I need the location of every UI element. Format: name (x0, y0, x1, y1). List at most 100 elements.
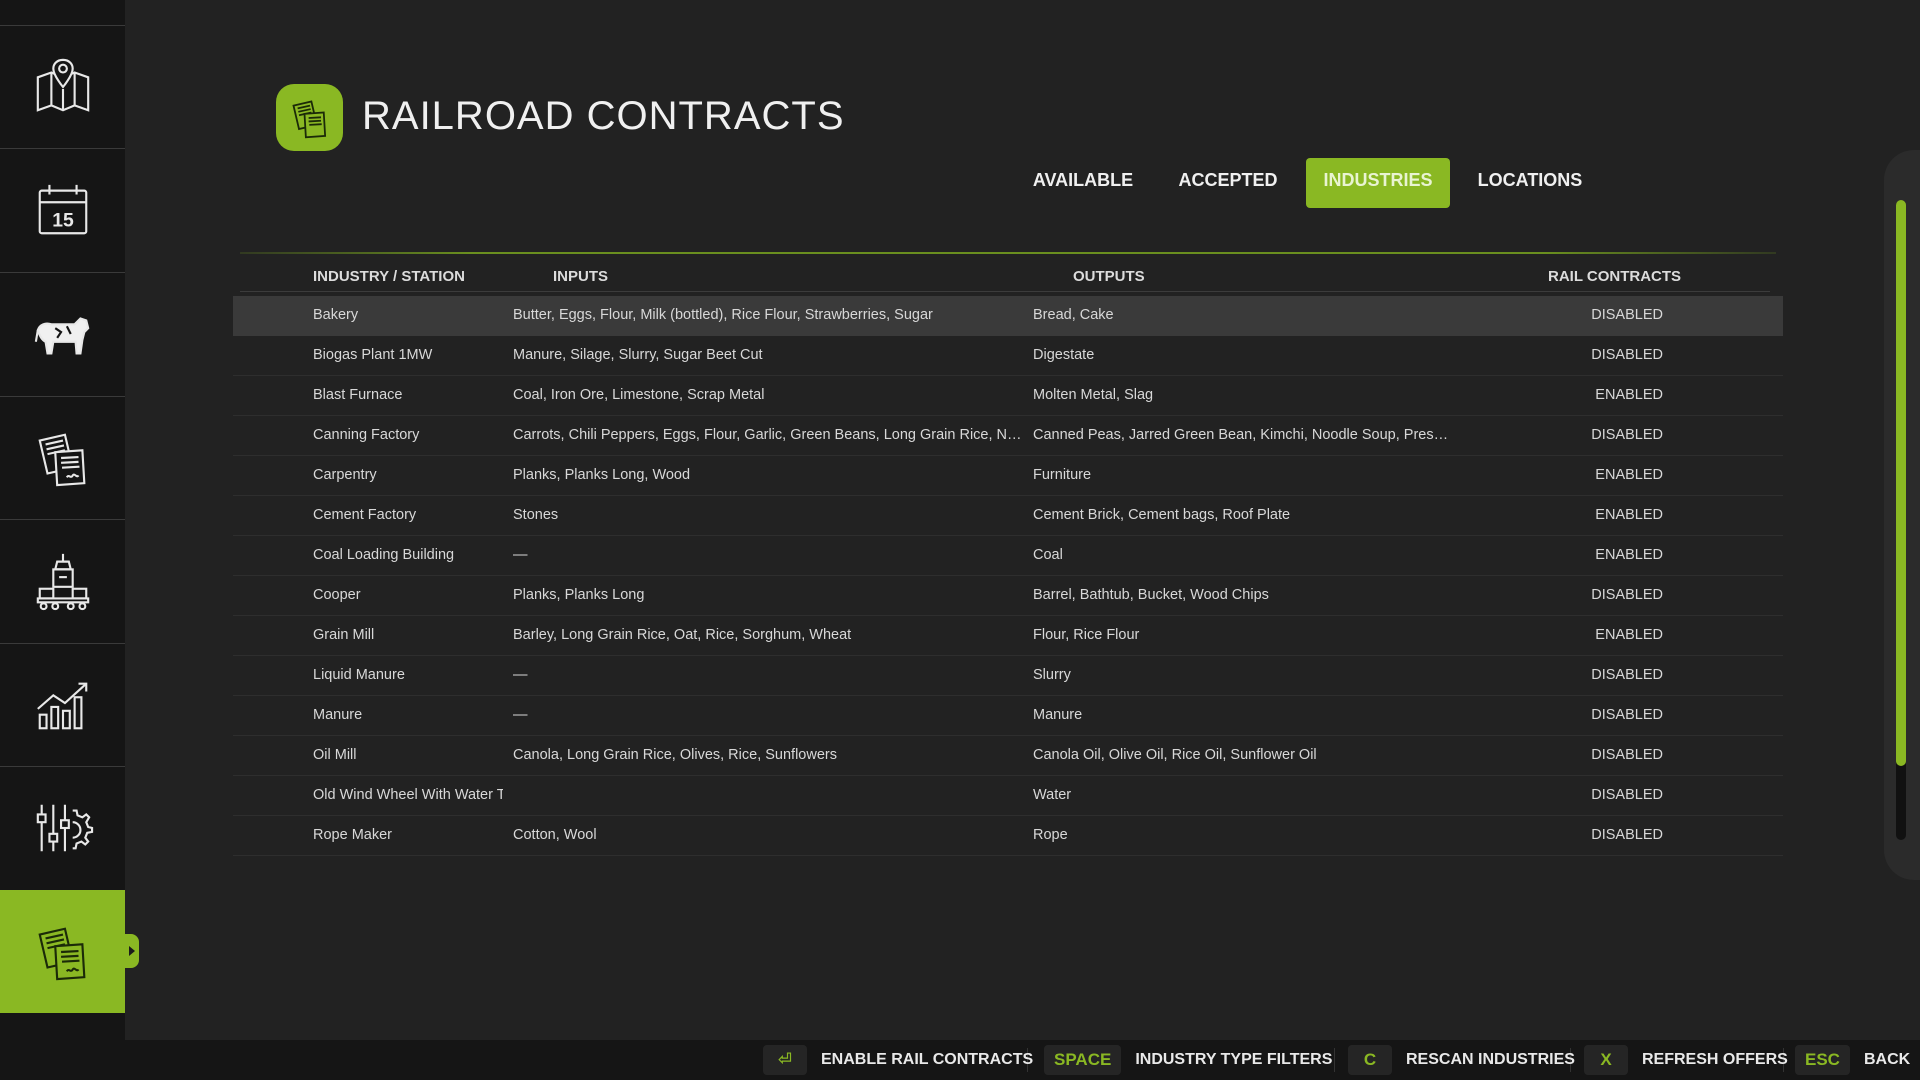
calendar-icon: 15 (38, 184, 87, 235)
scrollbar-thumb[interactable] (1896, 200, 1906, 766)
industry-name: Biogas Plant 1MW (313, 347, 433, 363)
rail-contracts-status: DISABLED (1591, 747, 1663, 763)
table-divider (240, 252, 1776, 254)
outputs-cell: Canned Peas, Jarred Green Bean, Kimchi, … (1033, 427, 1453, 443)
column-header-rail-contracts: RAIL CONTRACTS (1548, 268, 1682, 285)
table-row[interactable]: Manure — Manure DISABLED (233, 696, 1783, 736)
table-row[interactable]: Liquid Manure — Slurry DISABLED (233, 656, 1783, 696)
tab-available[interactable]: AVAILABLE (1020, 158, 1146, 208)
rail-contracts-status: DISABLED (1591, 787, 1663, 803)
sidebar-item-production[interactable] (0, 519, 125, 642)
rail-contracts-status: DISABLED (1591, 347, 1663, 363)
table-row[interactable]: Carpentry Planks, Planks Long, Wood Furnit… (233, 456, 1783, 496)
column-header-outputs: OUTPUTS (1073, 268, 1145, 285)
table-row[interactable]: Cooper Planks, Planks Long Barrel, Bathtub… (233, 576, 1783, 616)
table-row[interactable]: Canning Factory Carrots, Chili Peppers, E… (233, 416, 1783, 456)
table-row[interactable]: Rope Maker Cotton, Wool Rope DISABLED (233, 816, 1783, 856)
x-key: X (1584, 1045, 1628, 1075)
sidebar-item-statistics[interactable] (0, 643, 125, 766)
outputs-cell: Canola Oil, Olive Oil, Rice Oil, Sunflow… (1033, 747, 1317, 763)
railroad-contracts-icon (37, 926, 85, 980)
inputs-cell: Canola, Long Grain Rice, Olives, Rice, S… (513, 747, 837, 763)
outputs-cell: Coal (1033, 547, 1063, 563)
hint-label: RESCAN INDUSTRIES (1406, 1051, 1575, 1068)
enter-key-icon: ⏎ (763, 1045, 807, 1075)
page-title: RAILROAD CONTRACTS (362, 94, 845, 138)
outputs-cell: Furniture (1033, 467, 1092, 483)
industry-name: Grain Mill (313, 627, 375, 643)
table-row[interactable]: Biogas Plant 1MW Manure, Silage, Slurry, … (233, 336, 1783, 376)
hint-label: BACK (1863, 1051, 1911, 1068)
table-row[interactable]: Old Wind Wheel With Water Tank Water DISAB… (233, 776, 1783, 816)
outputs-cell: Manure (1033, 707, 1083, 723)
outputs-cell: Cement Brick, Cement bags, Roof Plate (1033, 507, 1291, 523)
sidebar-item-settings[interactable] (0, 766, 125, 889)
inputs-cell: Planks, Planks Long (513, 587, 645, 603)
outputs-cell: Barrel, Bathtub, Bucket, Wood Chips (1033, 587, 1269, 603)
sidebar-item-contracts[interactable] (0, 396, 125, 519)
inputs-cell: — (513, 707, 528, 723)
rail-contracts-status: DISABLED (1591, 587, 1663, 603)
contracts-icon (37, 433, 85, 487)
rail-contracts-status: DISABLED (1591, 307, 1663, 323)
sidebar: 15 (0, 0, 139, 1040)
table-row[interactable]: Bakery Butter, Eggs, Flour, Milk (bottled… (233, 296, 1783, 336)
industry-name: Cooper (313, 587, 361, 603)
hint-rescan-industries[interactable]: C RESCAN INDUSTRIES (1348, 1045, 1575, 1075)
industry-name: Bakery (313, 307, 359, 323)
table-row[interactable]: Grain Mill Barley, Long Grain Rice, Oat, … (233, 616, 1783, 656)
table-row[interactable]: Cement Factory Stones Cement Brick, Cement… (233, 496, 1783, 536)
hint-enable-rail-contracts[interactable]: ⏎ ENABLE RAIL CONTRACTS (763, 1045, 1033, 1075)
outputs-cell: Slurry (1033, 667, 1071, 683)
industry-name: Rope Maker (313, 827, 392, 843)
tab-locations[interactable]: LOCATIONS (1470, 158, 1590, 208)
outputs-cell: Flour, Rice Flour (1033, 627, 1140, 643)
industry-name: Liquid Manure (313, 667, 405, 683)
inputs-cell: Coal, Iron Ore, Limestone, Scrap Metal (513, 387, 765, 403)
inputs-cell: Planks, Planks Long, Wood (513, 467, 691, 483)
sidebar-item-map[interactable] (0, 25, 125, 148)
rail-contracts-status: DISABLED (1591, 827, 1663, 843)
inputs-cell: Manure, Silage, Slurry, Sugar Beet Cut (513, 347, 763, 363)
hint-label: INDUSTRY TYPE FILTERS (1135, 1051, 1333, 1068)
hint-refresh-offers[interactable]: X REFRESH OFFERS (1584, 1045, 1788, 1075)
header-logo (276, 84, 343, 151)
industry-name: Oil Mill (313, 747, 357, 763)
industry-name: Blast Furnace (313, 387, 403, 403)
outputs-cell: Water (1033, 787, 1072, 803)
outputs-cell: Bread, Cake (1033, 307, 1114, 323)
inputs-cell: — (513, 547, 528, 563)
table-row[interactable]: Coal Loading Building — Coal ENABLED (233, 536, 1783, 576)
hint-label: REFRESH OFFERS (1642, 1051, 1788, 1068)
tab-industries[interactable]: INDUSTRIES (1306, 158, 1450, 208)
tab-accepted[interactable]: ACCEPTED (1168, 158, 1288, 208)
industry-name: Cement Factory (313, 507, 417, 523)
settings-icon (36, 804, 93, 852)
outputs-cell: Digestate (1033, 347, 1095, 363)
hint-back[interactable]: ESC BACK (1795, 1045, 1910, 1075)
rail-contracts-status: DISABLED (1591, 707, 1663, 723)
space-key: SPACE (1044, 1045, 1122, 1075)
industry-name: Carpentry (313, 467, 377, 483)
inputs-cell: — (513, 667, 528, 683)
rail-contracts-status: ENABLED (1595, 467, 1663, 483)
inputs-cell: Barley, Long Grain Rice, Oat, Rice, Sorg… (513, 627, 852, 643)
hint-label: ENABLE RAIL CONTRACTS (821, 1051, 1034, 1068)
map-icon (36, 58, 89, 112)
table-row[interactable]: Blast Furnace Coal, Iron Ore, Limestone, … (233, 376, 1783, 416)
bottom-hint-bar: ⏎ ENABLE RAIL CONTRACTS SPACE INDUSTRY T… (0, 1040, 1920, 1080)
industry-name: Old Wind Wheel With Water Tank (313, 787, 503, 803)
sidebar-item-animals[interactable] (0, 272, 125, 395)
hint-industry-type-filters[interactable]: SPACE INDUSTRY TYPE FILTERS (1044, 1045, 1332, 1075)
production-icon (36, 553, 89, 611)
table-row[interactable]: Oil Mill Canola, Long Grain Rice, Olives,… (233, 736, 1783, 776)
calendar-day: 15 (52, 209, 74, 231)
sidebar-item-railroad-contracts[interactable] (0, 890, 139, 1013)
c-key: C (1348, 1045, 1392, 1075)
header-divider (240, 291, 1770, 292)
inputs-cell: Carrots, Chili Peppers, Eggs, Flour, Gar… (513, 427, 1027, 443)
sidebar-item-calendar[interactable]: 15 (0, 148, 125, 271)
cow-icon (34, 317, 89, 355)
statistics-icon (36, 682, 87, 730)
railroad-contracts-logo-icon (291, 99, 326, 138)
